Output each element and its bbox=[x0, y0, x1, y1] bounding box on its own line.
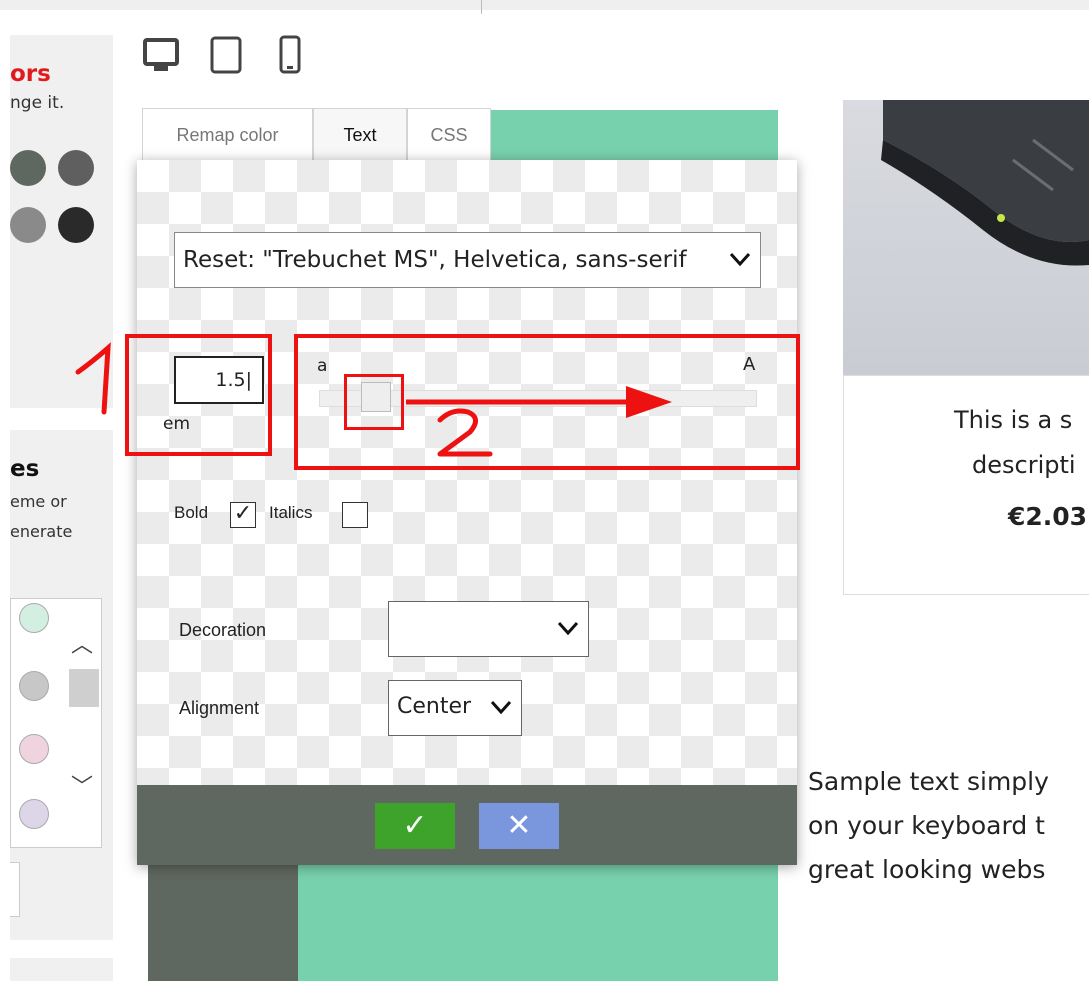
theme-color-item[interactable] bbox=[19, 734, 49, 764]
sample-text-line: Sample text simply bbox=[808, 767, 1049, 796]
alignment-value: Center bbox=[397, 694, 472, 719]
tab-text[interactable]: Text bbox=[313, 108, 407, 164]
italics-label: Italics bbox=[269, 503, 313, 522]
lower-panel bbox=[10, 958, 113, 981]
tab-css[interactable]: CSS bbox=[407, 108, 491, 162]
annotation-handle-highlight bbox=[344, 374, 404, 430]
chevron-down-icon bbox=[490, 700, 512, 715]
bold-checkbox[interactable]: ✓ bbox=[230, 502, 256, 528]
check-icon: ✓ bbox=[402, 809, 428, 842]
theme-color-item[interactable] bbox=[19, 603, 49, 633]
decoration-select[interactable] bbox=[388, 601, 589, 657]
themes-panel-text-1: eme or bbox=[10, 492, 67, 511]
colors-panel-subtitle: nge it. bbox=[10, 93, 65, 113]
dialog-footer: ✓ ✕ bbox=[137, 785, 797, 865]
themes-panel-title: es bbox=[10, 456, 40, 482]
product-description-line-2: descripti bbox=[972, 451, 1076, 479]
text-style-dialog: Reset: "Trebuchet MS", Helvetica, sans-s… bbox=[137, 160, 797, 865]
italics-checkbox[interactable] bbox=[342, 502, 368, 528]
theme-color-item[interactable] bbox=[19, 671, 49, 701]
chevron-down-icon bbox=[729, 252, 751, 267]
alignment-label: Alignment bbox=[179, 698, 260, 718]
theme-color-item[interactable] bbox=[19, 799, 49, 829]
themes-panel: es eme or enerate ︿ ﹀ bbox=[10, 430, 113, 940]
product-image bbox=[843, 100, 1089, 375]
sample-text: Sample text simply on your keyboard t gr… bbox=[808, 760, 1049, 892]
bold-label: Bold bbox=[174, 503, 209, 522]
decoration-label: Decoration bbox=[179, 620, 267, 640]
sample-text-line: great looking webs bbox=[808, 855, 1046, 884]
annotation-box-1 bbox=[125, 334, 272, 456]
scroll-down-icon[interactable]: ﹀ bbox=[71, 769, 93, 801]
mobile-icon[interactable] bbox=[270, 35, 310, 75]
color-swatch[interactable] bbox=[10, 150, 46, 186]
font-family-value: Reset: "Trebuchet MS", Helvetica, sans-s… bbox=[183, 247, 687, 273]
font-family-select[interactable]: Reset: "Trebuchet MS", Helvetica, sans-s… bbox=[174, 232, 761, 288]
scrollbar-thumb[interactable] bbox=[69, 669, 99, 707]
top-toolbar bbox=[0, 0, 1089, 10]
tablet-icon[interactable] bbox=[206, 35, 246, 75]
color-swatch[interactable] bbox=[10, 207, 46, 243]
color-swatch[interactable] bbox=[58, 150, 94, 186]
product-card[interactable]: This is a s descripti €2.03 bbox=[843, 375, 1089, 595]
panel-input-stub[interactable] bbox=[10, 862, 20, 917]
alignment-select[interactable]: Center bbox=[388, 680, 522, 736]
cancel-button[interactable]: ✕ bbox=[479, 803, 559, 849]
theme-color-list[interactable]: ︿ ﹀ bbox=[10, 598, 102, 848]
desktop-icon[interactable] bbox=[142, 35, 182, 75]
close-icon: ✕ bbox=[506, 809, 532, 842]
toolbar-divider bbox=[481, 0, 482, 14]
confirm-button[interactable]: ✓ bbox=[375, 803, 455, 849]
scroll-up-icon[interactable]: ︿ bbox=[71, 627, 93, 659]
chevron-down-icon bbox=[557, 621, 579, 636]
product-price: €2.03 bbox=[1008, 502, 1088, 531]
tab-remap-color[interactable]: Remap color bbox=[142, 108, 313, 162]
sample-text-line: on your keyboard t bbox=[808, 811, 1045, 840]
color-swatch[interactable] bbox=[58, 207, 94, 243]
dialog-body: Reset: "Trebuchet MS", Helvetica, sans-s… bbox=[137, 160, 797, 785]
colors-panel-title: ors bbox=[10, 61, 51, 87]
product-description-line-1: This is a s bbox=[954, 406, 1073, 434]
colors-panel: ors nge it. bbox=[10, 35, 113, 408]
themes-panel-text-2: enerate bbox=[10, 522, 73, 541]
checkmark-icon: ✓ bbox=[233, 501, 253, 526]
